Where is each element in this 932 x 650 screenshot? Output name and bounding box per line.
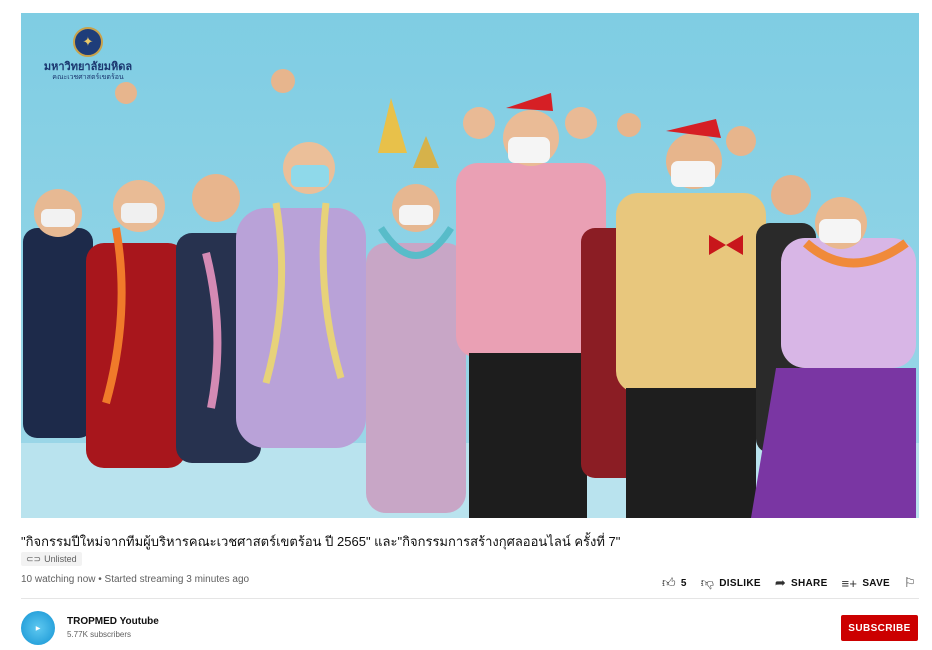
share-icon: ➦ (774, 575, 787, 590)
badge-label: Unlisted (44, 554, 77, 564)
save-button[interactable]: ≡+ SAVE (842, 576, 890, 591)
video-title: "กิจกรรมปีใหม่จากทีมผู้บริหารคณะเวชศาสตร… (21, 534, 621, 549)
video-frame-illustration (21, 69, 919, 518)
playlist-add-icon: ≡+ (841, 575, 858, 591)
thumbs-up-icon: 👍︎ (662, 575, 676, 590)
like-count: 5 (680, 577, 687, 589)
share-button[interactable]: ➦ SHARE (775, 575, 828, 591)
channel-logo-watermark: ✦ มหาวิทยาลัยมหิดล คณะเวชศาสตร์เขตร้อน (33, 27, 143, 82)
report-button[interactable]: ⚐ (904, 575, 916, 591)
flag-icon: ⚐ (904, 575, 916, 590)
channel-name[interactable]: TROPMED Youtube (67, 616, 159, 627)
logo-subtext: คณะเวชศาสตร์เขตร้อน (52, 74, 124, 81)
share-label: SHARE (791, 577, 828, 589)
video-player[interactable]: ✦ มหาวิทยาลัยมหิดล คณะเวชศาสตร์เขตร้อน (21, 13, 919, 518)
divider (21, 598, 919, 599)
avatar-icon: ▶ (35, 625, 41, 632)
dislike-button[interactable]: 👎︎ DISLIKE (701, 575, 761, 591)
save-label: SAVE (862, 577, 891, 589)
subscribe-button[interactable]: SUBSCRIBE (841, 615, 918, 641)
logo-text: มหาวิทยาลัยมหิดล (43, 61, 133, 73)
unlisted-badge: ⊂⊃ Unlisted (21, 552, 82, 566)
like-button[interactable]: 👍︎ 5 (662, 575, 687, 591)
thumbs-down-icon: 👎︎ (700, 575, 715, 590)
university-seal-icon: ✦ (73, 27, 103, 57)
subscriber-count: 5.77K subscribers (67, 630, 132, 639)
video-actions: 👍︎ 5 👎︎ DISLIKE ➦ SHARE ≡+ SAVE ⚐ (662, 575, 916, 591)
link-icon: ⊂⊃ (26, 553, 42, 564)
channel-avatar[interactable]: ▶ (21, 611, 55, 645)
view-count-and-date: 10 watching now • Started streaming 3 mi… (21, 574, 250, 585)
dislike-label: DISLIKE (719, 577, 761, 589)
